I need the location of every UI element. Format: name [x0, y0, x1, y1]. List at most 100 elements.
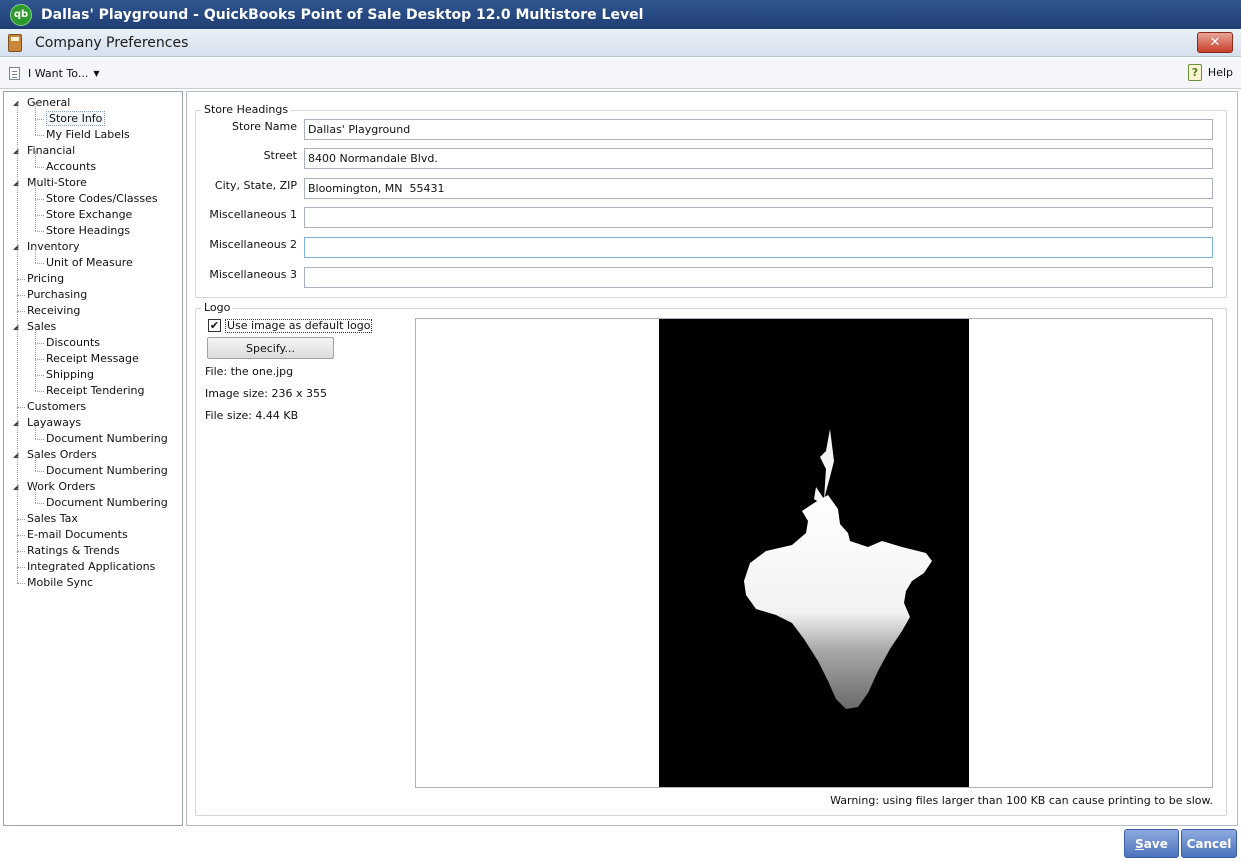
tree-connector — [35, 199, 36, 215]
tree-item-label: Document Numbering — [46, 496, 168, 509]
tree-item-label: Sales Tax — [27, 512, 78, 525]
tree-item-label: Customers — [27, 400, 87, 413]
tree-item-label: Store Exchange — [46, 208, 133, 221]
preferences-icon — [8, 33, 22, 52]
use-default-logo-label[interactable]: Use image as default logo — [225, 319, 373, 333]
tree-item-my-field-labels[interactable]: My Field Labels — [46, 127, 130, 142]
tree-item-sales-orders[interactable]: Sales Orders — [27, 447, 97, 462]
save-shortcut-letter: S — [1135, 836, 1144, 851]
cancel-button[interactable]: Cancel — [1181, 829, 1237, 858]
tree-item-store-info[interactable]: Store Info — [46, 111, 106, 126]
close-button[interactable]: ✕ — [1197, 32, 1233, 53]
city-state-zip-input[interactable] — [304, 178, 1213, 199]
tree-item-purchasing[interactable]: Purchasing — [27, 287, 87, 302]
store-headings-title: Store Headings — [201, 103, 292, 116]
i-want-to-menu[interactable]: I Want To... — [28, 67, 88, 80]
tree-item-accounts[interactable]: Accounts — [46, 159, 96, 174]
tree-connector — [35, 119, 44, 120]
tree-item-label: Sales Orders — [27, 448, 97, 461]
tree-item-document-numbering[interactable]: Document Numbering — [46, 463, 168, 478]
tree-item-general[interactable]: General — [27, 95, 70, 110]
save-button[interactable]: Save — [1124, 829, 1179, 858]
tree-connector — [35, 231, 44, 232]
window-header: Company Preferences ✕ — [0, 29, 1241, 57]
tree-connector — [35, 119, 36, 135]
tree-item-label: Integrated Applications — [27, 560, 156, 573]
tree-item-sales-tax[interactable]: Sales Tax — [27, 511, 78, 526]
tree-item-label: Shipping — [46, 368, 94, 381]
tree-item-sales[interactable]: Sales — [27, 319, 56, 334]
help-button[interactable]: ? Help — [1187, 64, 1233, 81]
store-name-input[interactable] — [304, 119, 1213, 140]
tree-item-pricing[interactable]: Pricing — [27, 271, 64, 286]
window-title: Company Preferences — [35, 34, 189, 51]
tree-connector — [35, 423, 36, 439]
chevron-down-icon[interactable]: ▼ — [93, 69, 99, 78]
tree-item-integrated-applications[interactable]: Integrated Applications — [27, 559, 155, 574]
use-default-logo-checkbox[interactable]: ✔ — [208, 319, 221, 332]
misc3-label: Miscellaneous 3 — [209, 268, 297, 281]
preferences-tree: General ◢ Store Info My Field Labels Financi… — [3, 91, 183, 826]
tree-connector — [35, 183, 36, 199]
tree-item-e-mail-documents[interactable]: E-mail Documents — [27, 527, 128, 542]
store-info-panel: Store Headings Store Name Street City, S… — [186, 91, 1238, 826]
logo-image — [659, 319, 969, 787]
app-title: Dallas' Playground - QuickBooks Point of… — [41, 6, 644, 23]
tree-item-label: General — [27, 96, 71, 109]
misc1-label: Miscellaneous 1 — [209, 208, 297, 221]
misc2-input[interactable] — [304, 237, 1213, 258]
file-name-text: File: the one.jpg — [205, 365, 294, 378]
tree-item-label: Purchasing — [27, 288, 88, 301]
tree-connector — [35, 215, 44, 216]
tree-connector — [35, 471, 44, 472]
list-icon — [9, 66, 20, 80]
tree-item-shipping[interactable]: Shipping — [46, 367, 94, 382]
tree-connector — [35, 327, 36, 343]
tree-connector — [35, 359, 44, 360]
tree-connector — [35, 487, 36, 503]
tree-connector — [35, 391, 44, 392]
tree-connector — [35, 375, 44, 376]
tree-item-label: Store Codes/Classes — [46, 192, 158, 205]
tree-item-unit-of-measure[interactable]: Unit of Measure — [46, 255, 133, 270]
specify-button[interactable]: Specify... — [207, 337, 334, 359]
tree-connector — [35, 503, 44, 504]
tree-item-store-headings[interactable]: Store Headings — [46, 223, 130, 238]
misc3-input[interactable] — [304, 267, 1213, 288]
tree-item-label: Unit of Measure — [46, 256, 133, 269]
tree-item-store-codes-classes[interactable]: Store Codes/Classes — [46, 191, 158, 206]
tree-connector — [17, 519, 25, 520]
tree-item-label: Accounts — [46, 160, 97, 173]
tree-item-ratings-trends[interactable]: Ratings & Trends — [27, 543, 120, 558]
tree-connector — [35, 359, 36, 375]
toolbar: I Want To... ▼ ? Help — [0, 58, 1241, 89]
tree-item-label: Discounts — [46, 336, 101, 349]
tree-item-label: Receiving — [27, 304, 81, 317]
save-label: ave — [1143, 836, 1168, 851]
tree-item-receipt-message[interactable]: Receipt Message — [46, 351, 139, 366]
tree-connector — [35, 263, 44, 264]
tree-connector — [35, 455, 36, 471]
tree-item-receipt-tendering[interactable]: Receipt Tendering — [46, 383, 144, 398]
tree-item-customers[interactable]: Customers — [27, 399, 86, 414]
tree-item-document-numbering[interactable]: Document Numbering — [46, 495, 168, 510]
tree-item-mobile-sync[interactable]: Mobile Sync — [27, 575, 93, 590]
tree-item-receiving[interactable]: Receiving — [27, 303, 80, 318]
tree-connector — [35, 103, 36, 119]
street-label: Street — [263, 149, 297, 162]
tree-connector — [17, 279, 25, 280]
misc1-input[interactable] — [304, 207, 1213, 228]
tree-connector — [17, 551, 25, 552]
tree-item-document-numbering[interactable]: Document Numbering — [46, 431, 168, 446]
tree-item-label: Receipt Message — [46, 352, 139, 365]
logo-group-title: Logo — [201, 301, 234, 314]
tree-item-store-exchange[interactable]: Store Exchange — [46, 207, 132, 222]
tree-item-work-orders[interactable]: Work Orders — [27, 479, 95, 494]
tree-connector — [35, 439, 44, 440]
tree-item-discounts[interactable]: Discounts — [46, 335, 100, 350]
tree-item-label: Document Numbering — [46, 464, 168, 477]
tree-item-label: Store Info — [46, 111, 106, 126]
tree-item-label: Work Orders — [27, 480, 96, 493]
street-input[interactable] — [304, 148, 1213, 169]
city-state-zip-label: City, State, ZIP — [214, 179, 297, 192]
